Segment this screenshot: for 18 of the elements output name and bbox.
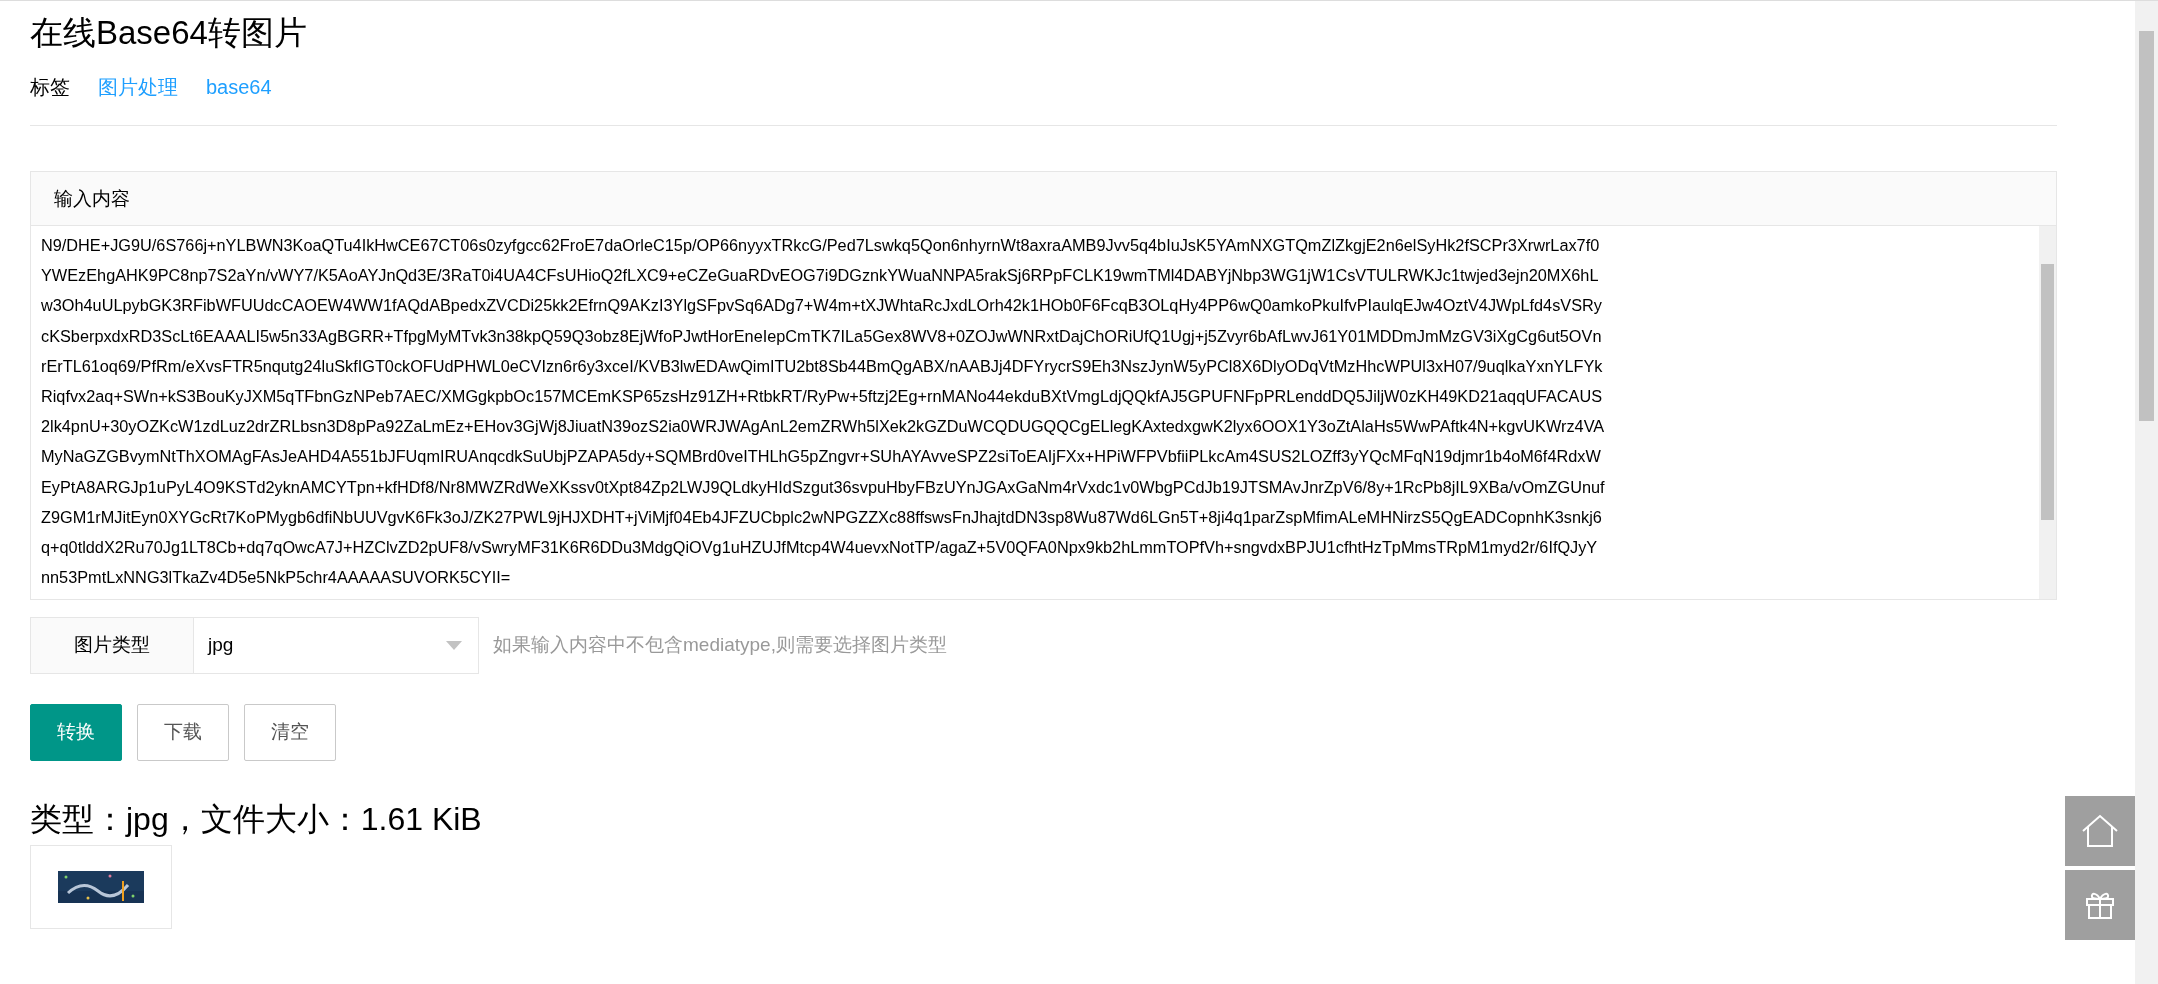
home-button[interactable]	[2065, 796, 2135, 866]
tags-label: 标签	[30, 75, 70, 100]
panel-header: 输入内容	[31, 172, 2056, 226]
result-summary: 类型：jpg，文件大小：1.61 KiB	[30, 800, 483, 839]
hint-text: 如果输入内容中不包含mediatype,则需要选择图片类型	[493, 633, 947, 658]
scrollbar[interactable]	[2039, 226, 2056, 599]
convert-button[interactable]: 转换	[30, 704, 122, 761]
action-button[interactable]: 下载	[137, 704, 229, 761]
page-scrollbar[interactable]	[2135, 1, 2158, 984]
gift-button[interactable]	[2065, 870, 2135, 940]
type-select[interactable]: jpg	[194, 617, 479, 674]
text-area[interactable]: N9/DHE+JG9U/6S766j+nYLBWN3KoaQTu4IkHwCE67CT06s0zyfgcc62FroE7daOrleC15p/OP66nyyxTRkcG/Ped7Lswkq5Qon6nhyrnWt8axraAMB9Jvv5q4bIuJsK5YAmNXGTQmZlZkgjE2n6elSyHk2fSCPr3XrwrLax7f0 YWEzEhgAHK9PC8np7S2aYn/vWY7/K5AoAYJnQd3E/3RaT0i4UA4CFsUHioQ2fLXC9+eCZeGuaRDvEOG7i9DGznkYWuaNNPA5rakSj6RPpFCLK19wmTMl4DABYjNbp3WG1jW1CsVTULRWKJc1twjed3ejn20MX6hL w3Oh4uULpybGK3RFibWFUUdcCAOEW4WW1fAQdABpedxZVCDi25kk2EfrnQ9AKzI3YlgSFpvSq6ADg7+W4m+tXJWhtaRcJxdLOrh42k1HOb0F6FcqB3OLqHy4PP6wQ0amkoPkuIfvPIaulqEJw4OztV4JWpLfd4sVSRy cKSberpxdxRD3ScLt6EAAALI5w5n33AgBGRR+TfpgMyMTvk3n38kpQ59Q3obz8EjWfoPJwtHorEneIepCmTK7ILa5Gex8WV8+0ZOJwWNRxtDajChORiUfQ1Ugj+j5Zvyr6bAfLwvJ61Y01MDDmJmMzGV3iXgCg6ut5OVn rErTL61oq69/PfRm/eXvsFTR5nqutg24luSkfIGT0ckOFUdPHWL0eCVIzn6r6y3xceI/KVB3lwEDAwQimITU2bt8Sb44BmQgABX/nAABJj4DFYrycrS9Eh3NszJynW5yPCl8X6DlyODqVtMzHhcWPUl3xH07/9uqlkaYxnYLFYk Riqfvx2aq+SWn+kS3BouKyJXM5qTFbnGzNPeb7AEC/XMGgkpbOc157MCEmKSP65zsHz91ZH+RtbkRT/RyPw+5ftzj2Eg+rnMANo44ekduBXtVmgLdjQQkfAJ5GPUFNFpPRLenddDQ5JiljW0zKH49KD21aqqUFACAUS 2lk4pnU+30yOZKcW1zdLuz2drZRLbsn3D8pPa92ZaLmEz+EHov3GjWj8JiuatN39ozS2ia0WRJWAgAnL2emZRWh5lXek2kGZDuWCQDUGQQCgELlegKAxtedxgwK2lyx6OOX1Y3oZtAlaHs5WwPAftk4N+kgvUKWrz4VA MyNaGZGBvymNtThXOMAgFAsJeAHD4A551bJFUqmIRUAnqcdkSuUbjPZAPA5dy+SQMBrd0veITHLhG5pZngvr+SUhAYAvveSPZ2siToEAIjFXx+HPiWFPVbfiiPLkcAm4SUS2LOZff3yYQcMFqN19djmr1b4oM6f4RdxW EyPtA8ARGJp1uPyL4O9KSTd2yknAMCYTpn+kfHDf8/Nr8MWZRdWeXKssv0tXpt84Zp2LWJ9QLdkyHIdSzgut36svpuHbyFBzUYnJGAxGaNm4rVxdc1v0WbgPCdJb19JTSMAvJnrZpV6/8y+1RcPb8jIL9XBa/vOmZGUnuf Z9GM1rMJitEyn0XYGcRt7KoPMygb6dfiNbUUVgvK6Fk3oJ/ZK27PWL9jHJXDHT+jViMjf04Eb4JFZUCbplc2wNPGZZXc88ffswsFnJhajtdDN3sp8Wu87Wd6LGn5T+8ji4q1parZspMfimALeMHNirzS5QgEADCopnhK3snkj6 q+q0tlddX2Ru70Jg1LT8Cb+dq7qOwcA7J+HZClvZD2pUF8/vSwryMF31K6R6DDu3MdgQiOVg1uHZUJfMtcp4W4uevxNotTP/agaZ+5V0QFA0Npx9kb2hLmmTOPfVh+sngvdxBPJU1cfhtHzTpMmsTRpM1myd2r/6IfQJyY nn53PmtLxNNG3lTkaZv4D5e5NkP5chr4AAAAASUVORK5CYII=	[31, 226, 2039, 599]
caret-icon	[446, 641, 462, 650]
gift-icon	[2085, 890, 2115, 920]
home-icon	[2081, 814, 2119, 848]
page-title: 在线Base64转图片	[30, 13, 308, 53]
action-button[interactable]: 清空	[244, 704, 336, 761]
field-label: 图片类型	[30, 617, 194, 674]
